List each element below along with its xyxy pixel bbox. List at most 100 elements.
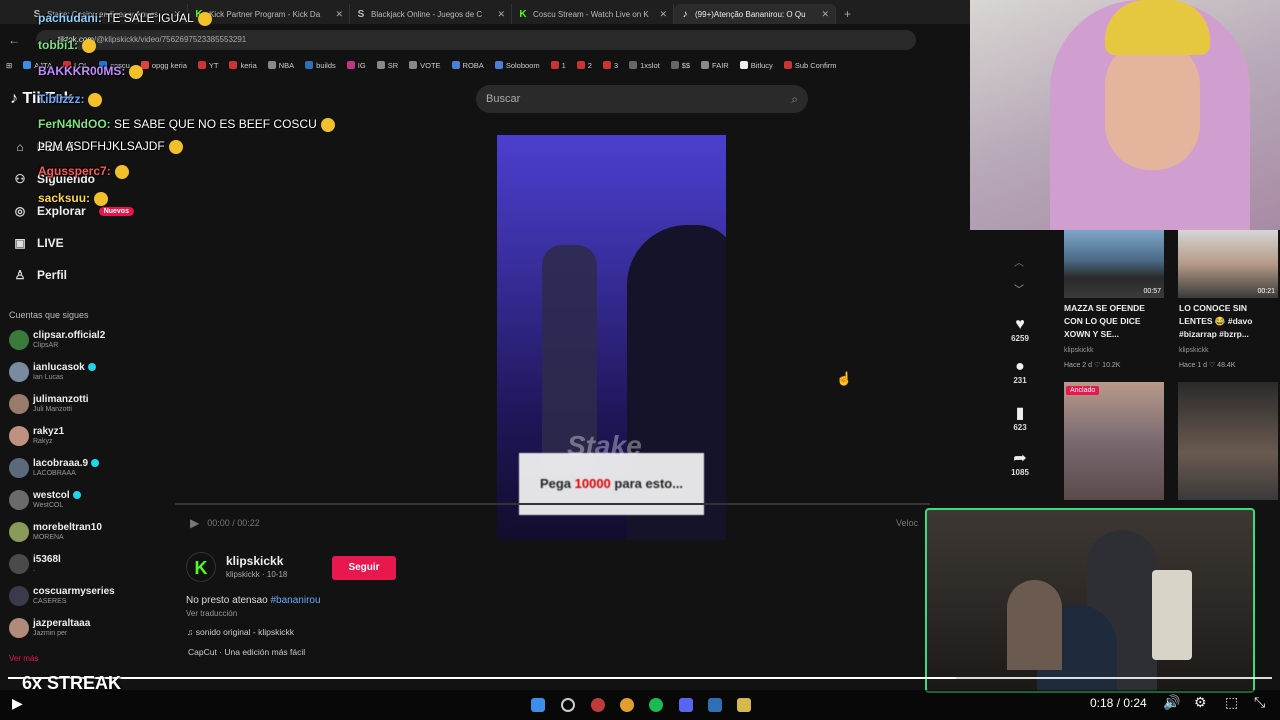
following-account[interactable]: clipsar.official2 ClipsAR — [9, 330, 105, 350]
related-video-thumb[interactable] — [1064, 382, 1164, 500]
author-avatar[interactable]: K — [186, 552, 216, 582]
following-account[interactable]: i5368l. — [9, 554, 61, 574]
speed-control[interactable]: Veloc — [896, 518, 918, 528]
bookmark-item[interactable]: YT — [197, 61, 218, 70]
bookmark-item[interactable]: SR — [376, 60, 399, 70]
chat-message: pachudani: TE SALE IGUAL — [38, 11, 212, 26]
bookmark-item[interactable]: opgg keria — [140, 61, 187, 70]
following-account[interactable]: julimanzotti Juli Manzotti — [9, 394, 89, 414]
apps-grid-icon[interactable]: ⊞ — [6, 61, 12, 70]
related-video-title[interactable]: LO CONOCE SIN LENTES 😂 #davo #bizarrap #… — [1179, 302, 1279, 341]
emote-icon — [129, 64, 144, 79]
chat-username: Agussperc7: — [38, 164, 111, 178]
bookmark-item[interactable]: Soloboom — [494, 61, 540, 70]
settings-gear-icon[interactable]: ⚙ — [1194, 694, 1207, 711]
search-input[interactable]: Buscar ⌕ — [476, 85, 808, 113]
bookmark-button[interactable]: ▮ 623 — [1005, 403, 1035, 432]
bookmark-item[interactable]: 2 — [576, 61, 592, 70]
following-account[interactable]: rakyz1 Rakyz — [9, 426, 64, 446]
close-icon[interactable]: ✕ — [659, 9, 667, 20]
browser-tab-active[interactable]: ♪ (99+)Atenção Bananirou: O Qu ✕ — [674, 4, 836, 24]
search-placeholder: Buscar — [486, 93, 521, 105]
close-icon[interactable]: ✕ — [821, 9, 829, 20]
browser-tab[interactable]: KKick Partner Program - Kick Da✕ — [188, 4, 350, 24]
hashtag-link[interactable]: #bananirou — [271, 595, 321, 606]
bookmark-label: SR — [387, 60, 399, 70]
next-video-icon[interactable]: ﹀ — [1014, 281, 1024, 296]
bookmark-item[interactable]: $$ — [670, 61, 690, 70]
discord-icon[interactable] — [679, 698, 693, 712]
play-icon[interactable]: ▶ — [12, 695, 23, 712]
related-video-thumb[interactable] — [1178, 382, 1278, 500]
search-icon[interactable] — [561, 698, 575, 712]
theater-mode-icon[interactable]: ⬚ — [1225, 694, 1238, 711]
url-field[interactable]: tiktok.com/@klipskickk/video/75626975233… — [36, 30, 916, 50]
windows-start-icon[interactable] — [531, 698, 545, 712]
app-icon[interactable] — [708, 698, 722, 712]
bookmark-item[interactable]: 1 — [550, 61, 566, 70]
new-tab-button[interactable]: + — [836, 4, 859, 24]
see-more-link[interactable]: Ver más — [9, 654, 38, 663]
player-seek-bar[interactable] — [8, 677, 1272, 679]
bookmark-item[interactable]: keria — [229, 61, 257, 70]
video-caption: Pega 10000 para esto... — [519, 453, 704, 515]
bookmark-count: 623 — [1013, 423, 1027, 432]
account-name: lacobraaa.9 — [33, 458, 100, 469]
comment-button[interactable]: ● 231 — [1005, 358, 1035, 385]
close-icon[interactable]: ✕ — [335, 9, 343, 20]
bookmark-item[interactable]: 3 — [602, 61, 618, 70]
play-icon[interactable]: ▶ — [190, 516, 199, 530]
nav-item-live[interactable]: ▣ LIVE — [12, 236, 63, 250]
following-account[interactable]: jazperaltaaa Jazmin per — [9, 618, 90, 638]
bookmark-item[interactable]: Bitlucy — [739, 61, 773, 70]
sound-link[interactable]: ♫ sonido original - klipskickk — [187, 627, 294, 637]
chat-username: Tiblizzz: — [38, 92, 85, 106]
app-icon[interactable] — [591, 698, 605, 712]
related-video-thumb[interactable]: 00:57 — [1064, 230, 1164, 298]
browser-tab[interactable]: K Coscu Stream - Watch Live on K ✕ — [512, 4, 674, 24]
following-account[interactable]: westcol WestCOL — [9, 490, 81, 510]
video-player[interactable]: Stake Pega 10000 para esto... — [497, 135, 726, 540]
bookmark-item[interactable]: FAIR — [701, 61, 729, 70]
exit-fullscreen-icon[interactable]: ⤡ — [1254, 694, 1265, 711]
bookmark-item[interactable]: ROBA — [451, 61, 484, 70]
bookmark-item[interactable]: builds — [305, 61, 336, 70]
related-video-user[interactable]: klipskickk — [1179, 347, 1279, 354]
bookmark-item[interactable]: IG — [346, 61, 366, 70]
translate-link[interactable]: Ver traducción — [186, 609, 237, 618]
chrome-icon[interactable] — [620, 698, 634, 712]
capcut-link[interactable]: CapCut · Una edición más fácil — [188, 647, 305, 657]
spotify-icon[interactable] — [649, 698, 663, 712]
back-arrow-icon[interactable]: ← — [8, 33, 20, 47]
follow-button[interactable]: Seguir — [332, 556, 396, 580]
browser-tab[interactable]: S Blackjack Online - Juegos de C ✕ — [350, 4, 512, 24]
bookmark-item[interactable]: VOTE — [409, 61, 441, 70]
video-duration: 00:57 — [1143, 288, 1161, 295]
bookmark-label: Sub Confirm — [794, 60, 837, 70]
nav-item-explorar[interactable]: ◎ Explorar Nuevos — [12, 204, 134, 218]
nav-item-perfil[interactable]: ♙ Perfil — [12, 268, 67, 282]
avatar — [9, 330, 29, 350]
mouse-cursor-icon: ☝ — [836, 371, 853, 386]
video-progress-bar[interactable] — [175, 503, 930, 505]
bookmark-label: builds — [316, 60, 336, 70]
following-account[interactable]: coscuarmyseries CASERES — [9, 586, 115, 606]
following-account[interactable]: lacobraaa.9 LACOBRAAA — [9, 458, 100, 478]
bookmark-item[interactable]: Sub Confirm — [783, 60, 837, 70]
bookmark-item[interactable]: NBA — [267, 61, 294, 70]
related-video-thumb[interactable]: 00:21 — [1178, 230, 1278, 298]
bookmark-item[interactable]: 1xslot — [629, 61, 660, 70]
share-button[interactable]: ➦ 1085 — [1005, 448, 1035, 477]
like-button[interactable]: ♥ 6259 — [1005, 316, 1035, 343]
close-icon[interactable]: ✕ — [497, 9, 505, 20]
following-account[interactable]: ianlucasok Ian Lucas — [9, 362, 96, 382]
search-icon[interactable]: ⌕ — [791, 85, 798, 113]
author-name[interactable]: klipskickk — [226, 554, 283, 568]
folder-icon[interactable] — [737, 698, 751, 712]
previous-video-icon[interactable]: ︿ — [1014, 254, 1024, 269]
account-name: jazperaltaaa — [33, 618, 91, 629]
related-video-user[interactable]: klipskickk — [1064, 347, 1164, 354]
related-video-title[interactable]: MAZZA SE OFENDE CON LO QUE DICE XOWN Y S… — [1064, 302, 1164, 341]
volume-icon[interactable]: 🔊 — [1163, 694, 1180, 711]
following-account[interactable]: morebeltran10 MORENA — [9, 522, 102, 542]
